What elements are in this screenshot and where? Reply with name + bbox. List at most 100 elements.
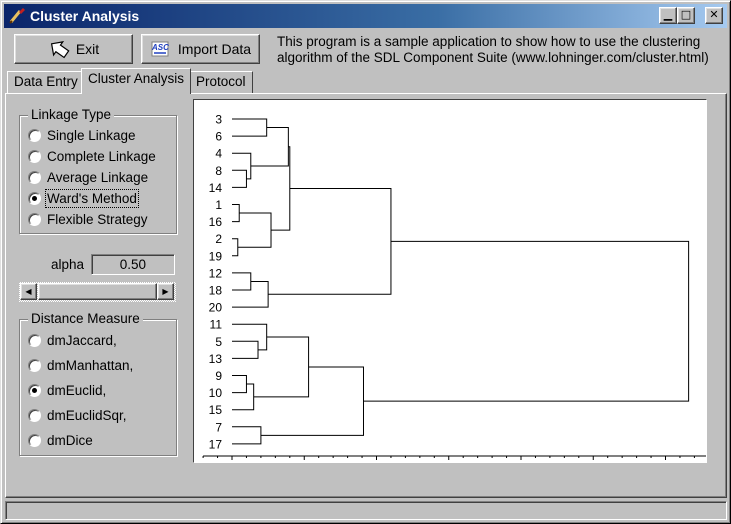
leaf-label: 5 bbox=[215, 335, 222, 349]
leaf-label: 17 bbox=[209, 437, 223, 451]
dendrogram-link bbox=[232, 118, 268, 137]
radio-flexible-strategy[interactable]: Flexible Strategy bbox=[28, 212, 148, 227]
radio-button-icon bbox=[28, 359, 41, 372]
dendrogram-plot: 3648141162191218201151391015717010020030… bbox=[193, 99, 707, 463]
tab-label: Cluster Analysis bbox=[88, 71, 185, 86]
dendrogram-link bbox=[237, 212, 272, 248]
radio-dmeuclidsqr[interactable]: dmEuclidSqr, bbox=[28, 408, 127, 423]
dendrogram-link bbox=[232, 323, 268, 351]
tab-cluster-analysis[interactable]: Cluster Analysis bbox=[81, 68, 192, 94]
import-data-button[interactable]: ASC Import Data bbox=[141, 34, 260, 64]
linkage-type-group: Linkage Type Single Linkage Complete Lin… bbox=[19, 107, 177, 234]
dendrogram-link bbox=[232, 204, 240, 223]
radio-label: Flexible Strategy bbox=[47, 212, 148, 227]
leaf-label: 7 bbox=[215, 420, 222, 434]
distance-measure-title: Distance Measure bbox=[28, 311, 143, 326]
minimize-icon: ▁ bbox=[663, 8, 673, 21]
close-button[interactable]: ✕ bbox=[705, 7, 723, 24]
exit-button[interactable]: Exit bbox=[14, 34, 133, 64]
app-icon bbox=[9, 8, 25, 24]
radio-dmdice[interactable]: dmDice bbox=[28, 433, 93, 448]
leaf-label: 10 bbox=[209, 386, 223, 400]
leaf-label: 9 bbox=[215, 369, 222, 383]
close-icon: ✕ bbox=[709, 8, 719, 21]
ascii-import-icon: ASC bbox=[151, 41, 169, 57]
radio-label: dmDice bbox=[47, 433, 93, 448]
window-title: Cluster Analysis bbox=[30, 8, 140, 24]
info-description: This program is a sample application to … bbox=[277, 34, 709, 65]
status-bar bbox=[5, 501, 727, 520]
tab-label: Protocol bbox=[196, 74, 246, 89]
radio-dmjaccard[interactable]: dmJaccard, bbox=[28, 333, 117, 348]
alpha-label: alpha bbox=[51, 257, 85, 272]
dendrogram-link bbox=[232, 152, 252, 180]
radio-button-checked-icon bbox=[28, 384, 41, 397]
leaf-label: 1 bbox=[215, 198, 222, 212]
main-window: Cluster Analysis ▁ □ ✕ Exit ASC Import D… bbox=[0, 0, 731, 524]
tab-label: Data Entry bbox=[14, 74, 78, 89]
radio-label: dmEuclidSqr, bbox=[47, 408, 127, 423]
leaf-label: 20 bbox=[209, 301, 223, 315]
import-data-label: Import Data bbox=[177, 41, 252, 57]
exit-arrow-icon bbox=[50, 41, 70, 59]
leaf-label: 19 bbox=[209, 249, 223, 263]
dendrogram-link bbox=[260, 366, 364, 436]
dendrogram-link bbox=[232, 272, 252, 291]
radio-button-icon bbox=[28, 150, 41, 163]
radio-label: dmEuclid, bbox=[47, 383, 107, 398]
radio-button-icon bbox=[28, 409, 41, 422]
leaf-label: 12 bbox=[209, 266, 223, 280]
alpha-value-field: 0.50 bbox=[91, 254, 175, 275]
radio-label: dmManhattan, bbox=[47, 358, 134, 373]
tab-data-entry[interactable]: Data Entry bbox=[7, 71, 85, 93]
radio-dmeuclid[interactable]: dmEuclid, bbox=[28, 383, 106, 398]
radio-wards-method[interactable]: Ward's Method bbox=[28, 189, 139, 208]
leaf-label: 4 bbox=[215, 147, 222, 161]
radio-button-icon bbox=[28, 213, 41, 226]
dendrogram-link bbox=[232, 169, 247, 188]
radio-label: Ward's Method bbox=[45, 189, 139, 208]
radio-button-icon bbox=[28, 129, 41, 142]
radio-label: Complete Linkage bbox=[47, 149, 156, 164]
tab-protocol[interactable]: Protocol bbox=[189, 71, 253, 93]
scroll-right-button[interactable]: ▶ bbox=[157, 283, 174, 300]
leaf-label: 6 bbox=[215, 130, 222, 144]
exit-label: Exit bbox=[75, 41, 100, 57]
radio-button-icon bbox=[28, 334, 41, 347]
leaf-label: 16 bbox=[209, 215, 223, 229]
minimize-button[interactable]: ▁ bbox=[659, 7, 677, 24]
leaf-label: 3 bbox=[215, 113, 222, 127]
linkage-type-title: Linkage Type bbox=[28, 107, 115, 122]
scroll-left-button[interactable]: ◀ bbox=[20, 283, 37, 300]
radio-dmmanhattan[interactable]: dmManhattan, bbox=[28, 358, 133, 373]
radio-button-icon bbox=[28, 434, 41, 447]
radio-button-checked-icon bbox=[28, 192, 41, 205]
dendrogram-link bbox=[232, 280, 269, 308]
radio-label: dmJaccard, bbox=[47, 333, 117, 348]
radio-single-linkage[interactable]: Single Linkage bbox=[28, 128, 136, 143]
dendrogram-link bbox=[232, 238, 239, 257]
maximize-icon: □ bbox=[680, 8, 692, 21]
scroll-thumb[interactable] bbox=[38, 283, 157, 300]
dendrogram-link bbox=[271, 146, 291, 231]
leaf-label: 13 bbox=[209, 352, 223, 366]
arrow-left-icon: ◀ bbox=[25, 287, 32, 296]
radio-average-linkage[interactable]: Average Linkage bbox=[28, 170, 148, 185]
alpha-scrollbar[interactable]: ◀ ▶ bbox=[19, 282, 176, 302]
dendrogram-svg: 3648141162191218201151391015717010020030… bbox=[202, 113, 706, 460]
leaf-label: 11 bbox=[210, 318, 223, 332]
leaf-label: 14 bbox=[209, 181, 223, 195]
title-bar[interactable]: Cluster Analysis ▁ □ ✕ bbox=[4, 4, 727, 28]
dendrogram-link bbox=[268, 187, 392, 295]
radio-complete-linkage[interactable]: Complete Linkage bbox=[28, 149, 156, 164]
leaf-label: 2 bbox=[215, 232, 222, 246]
distance-measure-group: Distance Measure dmJaccard, dmManhattan,… bbox=[19, 311, 177, 456]
leaf-label: 15 bbox=[209, 403, 223, 417]
maximize-button[interactable]: □ bbox=[677, 7, 695, 24]
dendrogram-link bbox=[250, 127, 289, 167]
arrow-right-icon: ▶ bbox=[162, 287, 169, 296]
dendrogram-link bbox=[253, 336, 310, 398]
dendrogram-link bbox=[232, 340, 259, 359]
dendrogram-link bbox=[232, 426, 262, 445]
leaf-label: 18 bbox=[209, 284, 223, 298]
